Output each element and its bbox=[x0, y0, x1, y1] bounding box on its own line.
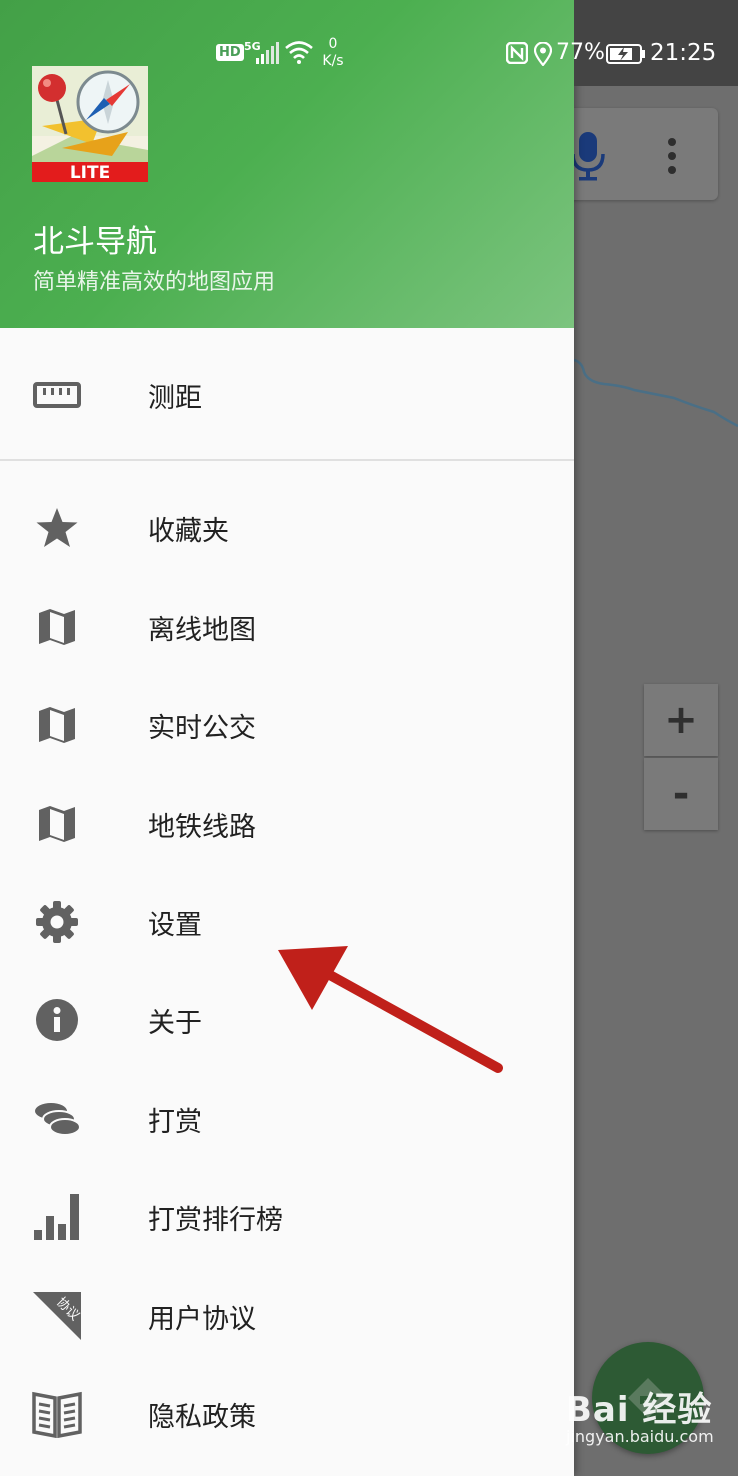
annotation-arrow bbox=[278, 946, 503, 1073]
network-speed: 0 K/s bbox=[318, 36, 348, 70]
navigation-drawer: LITE 北斗导航 简单精准高效的地图应用 测距 收藏夹 离线地图 实时公交 地… bbox=[0, 0, 574, 1476]
menu-item-favorites[interactable]: 收藏夹 bbox=[0, 479, 574, 577]
more-options-icon[interactable] bbox=[658, 136, 686, 176]
baidu-watermark: Bai 经验 jingyan.baidu.com bbox=[566, 1382, 714, 1446]
menu-item-label: 测距 bbox=[148, 382, 202, 414]
watermark-brand: Bai 经验 bbox=[566, 1390, 713, 1430]
battery-percentage: 77% bbox=[556, 40, 605, 65]
map-icon bbox=[32, 799, 82, 849]
ruler-icon bbox=[32, 370, 82, 420]
hd-voice-badge: HD bbox=[216, 44, 244, 61]
menu-item-realtime-bus[interactable]: 实时公交 bbox=[0, 676, 574, 774]
menu-divider bbox=[0, 459, 574, 461]
book-icon bbox=[32, 1389, 82, 1439]
menu-item-label: 离线地图 bbox=[148, 614, 256, 646]
network-speed-unit: K/s bbox=[322, 53, 344, 69]
gear-icon bbox=[32, 897, 82, 947]
menu-item-donate-leaderboard[interactable]: 打赏排行榜 bbox=[0, 1168, 574, 1266]
menu-item-label: 隐私政策 bbox=[148, 1401, 256, 1433]
zoom-in-button[interactable]: + bbox=[644, 684, 718, 756]
cell-signal-icon bbox=[256, 42, 279, 64]
menu-item-label: 关于 bbox=[148, 1007, 202, 1039]
agreement-icon: 协议 bbox=[32, 1291, 82, 1341]
map-icon bbox=[32, 700, 82, 750]
coins-icon bbox=[32, 1094, 82, 1144]
menu-item-label: 打赏 bbox=[148, 1106, 202, 1138]
menu-item-offline-map[interactable]: 离线地图 bbox=[0, 578, 574, 676]
status-bar: HD 5G 0 K/s 77% 21:25 bbox=[0, 0, 738, 86]
star-icon bbox=[32, 503, 82, 553]
microphone-icon[interactable] bbox=[570, 130, 606, 182]
menu-item-donate[interactable]: 打赏 bbox=[0, 1070, 574, 1168]
menu-item-label: 打赏排行榜 bbox=[148, 1204, 283, 1236]
battery-charging-icon bbox=[606, 44, 645, 64]
nfc-icon bbox=[506, 42, 528, 64]
menu-item-label: 实时公交 bbox=[148, 712, 256, 744]
menu-item-privacy-policy[interactable]: 隐私政策 bbox=[0, 1365, 574, 1463]
menu-item-user-agreement[interactable]: 协议 用户协议 bbox=[0, 1267, 574, 1365]
watermark-url: jingyan.baidu.com bbox=[566, 1427, 714, 1446]
map-icon bbox=[32, 602, 82, 652]
menu-item-label: 地铁线路 bbox=[148, 811, 256, 843]
menu-item-measure[interactable]: 测距 bbox=[0, 346, 574, 444]
bar-chart-icon bbox=[32, 1192, 82, 1242]
location-icon bbox=[534, 42, 552, 66]
app-subtitle: 简单精准高效的地图应用 bbox=[33, 270, 276, 295]
zoom-out-button[interactable]: - bbox=[644, 758, 718, 830]
map-river-line bbox=[574, 358, 738, 428]
wifi-icon bbox=[285, 41, 313, 64]
clock-time: 21:25 bbox=[650, 40, 717, 66]
menu-item-subway[interactable]: 地铁线路 bbox=[0, 775, 574, 873]
app-title: 北斗导航 bbox=[33, 224, 157, 260]
logo-badge-text: LITE bbox=[70, 163, 110, 182]
menu-item-label: 设置 bbox=[148, 909, 202, 941]
menu-item-label: 收藏夹 bbox=[148, 515, 229, 547]
network-speed-value: 0 bbox=[328, 36, 338, 52]
menu-item-label: 用户协议 bbox=[148, 1303, 256, 1335]
info-icon bbox=[32, 995, 82, 1045]
